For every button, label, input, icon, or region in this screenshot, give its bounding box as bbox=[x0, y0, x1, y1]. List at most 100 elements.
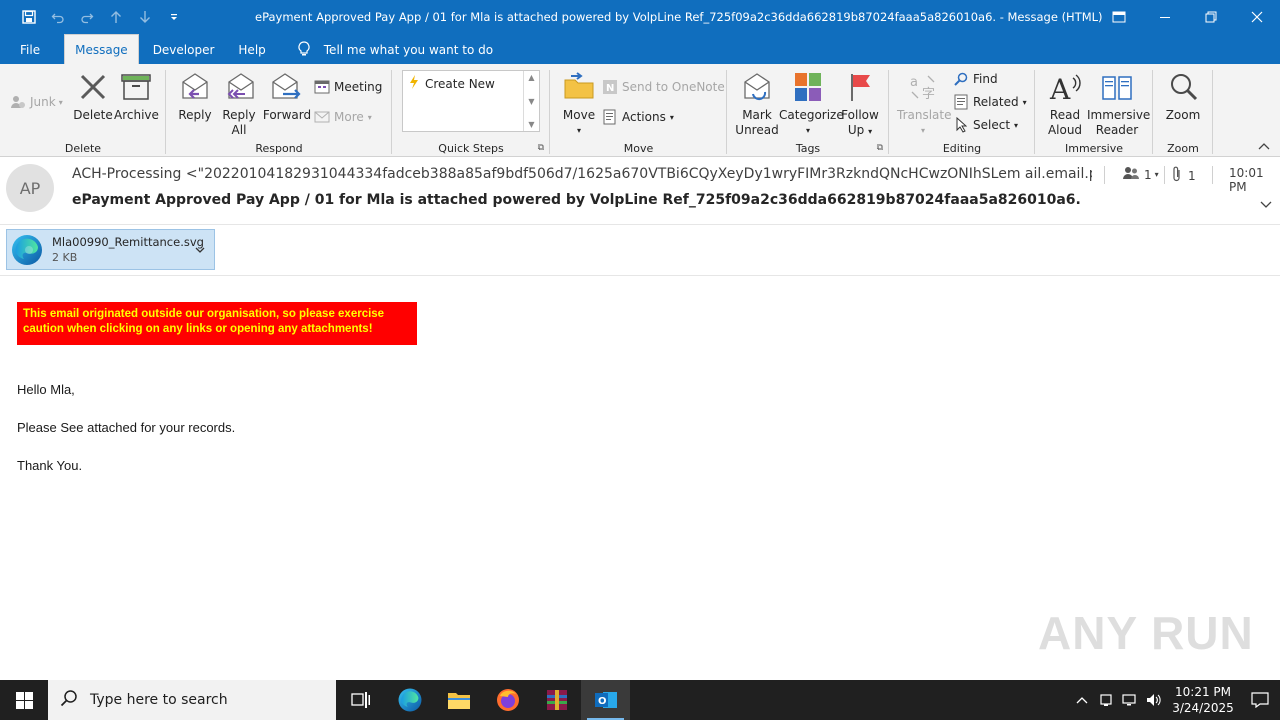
clock-date: 3/24/2025 bbox=[1172, 701, 1234, 715]
select-button[interactable]: Select ▾ bbox=[953, 117, 1018, 133]
dialog-launcher-icon[interactable]: ⧉ bbox=[538, 143, 544, 153]
chevron-down-icon: ▾ bbox=[805, 126, 810, 135]
task-view-icon bbox=[350, 692, 370, 708]
send-to-onenote-button[interactable]: N Send to OneNote bbox=[602, 79, 725, 95]
archive-button[interactable]: Archive bbox=[114, 70, 159, 123]
network-icon[interactable] bbox=[1118, 680, 1142, 720]
tab-message[interactable]: Message bbox=[64, 34, 139, 64]
related-button[interactable]: Related ▾ bbox=[953, 94, 1027, 110]
taskbar-winrar[interactable] bbox=[532, 680, 581, 720]
redo-icon[interactable] bbox=[72, 0, 101, 34]
mark-unread-button[interactable]: Mark Unread bbox=[735, 70, 779, 138]
immersive-reader-button[interactable]: Immersive Reader bbox=[1087, 70, 1150, 138]
find-button[interactable]: Find bbox=[953, 71, 998, 87]
notification-icon bbox=[1251, 692, 1269, 708]
arrow-down-icon[interactable] bbox=[130, 0, 159, 34]
archive-icon bbox=[119, 70, 153, 104]
delete-button[interactable]: Delete bbox=[72, 70, 114, 123]
taskbar-file-explorer[interactable] bbox=[434, 680, 483, 720]
body-text: Please See attached for your records. bbox=[17, 420, 236, 435]
immersive-group-label: Immersive bbox=[1064, 142, 1124, 155]
zoom-button[interactable]: Zoom bbox=[1161, 70, 1205, 123]
restore-icon[interactable] bbox=[1188, 0, 1234, 34]
mark-unread-label-2: Unread bbox=[735, 123, 779, 137]
delete-label: Delete bbox=[73, 108, 113, 122]
svg-text:字: 字 bbox=[922, 87, 935, 102]
actions-label: Actions bbox=[622, 110, 666, 124]
tell-me-search[interactable]: Tell me what you want to do bbox=[290, 36, 503, 64]
more-icon[interactable]: ▼ bbox=[528, 120, 534, 129]
reply-all-button[interactable]: Reply All bbox=[218, 70, 260, 138]
meeting-button[interactable]: Meeting bbox=[314, 79, 382, 95]
task-view-button[interactable] bbox=[336, 680, 385, 720]
categorize-label: Categorize bbox=[779, 108, 844, 122]
translate-button[interactable]: a字 Translate ▾ bbox=[897, 70, 952, 138]
save-icon[interactable] bbox=[14, 0, 43, 34]
cursor-icon bbox=[953, 117, 969, 133]
respond-group: Reply Reply All Forward Meeting More ▾ R… bbox=[166, 64, 392, 157]
attachment-count-button[interactable]: 1 bbox=[1172, 166, 1196, 185]
reply-all-icon bbox=[222, 70, 256, 104]
follow-up-button[interactable]: Follow Up ▾ bbox=[839, 70, 881, 139]
read-aloud-icon: A bbox=[1048, 70, 1082, 104]
reply-label: Reply bbox=[178, 108, 212, 122]
minimize-icon[interactable] bbox=[1142, 0, 1188, 34]
categorize-button[interactable]: Categorize ▾ bbox=[779, 70, 844, 138]
close-icon[interactable] bbox=[1234, 0, 1280, 34]
winrar-icon bbox=[546, 690, 567, 710]
system-tray: 10:21 PM 3/24/2025 bbox=[1070, 680, 1280, 720]
dialog-launcher-icon[interactable]: ⧉ bbox=[877, 143, 883, 153]
windows-logo-icon bbox=[15, 691, 33, 709]
customize-toolbar-icon[interactable] bbox=[159, 0, 188, 34]
ribbon-display-options-icon[interactable] bbox=[1096, 0, 1142, 34]
people-count-button[interactable]: 1 ▾ bbox=[1122, 166, 1159, 183]
taskbar: Type here to search O 10:21 PM 3/24/2025 bbox=[0, 680, 1280, 720]
taskbar-search-box[interactable]: Type here to search bbox=[48, 680, 336, 720]
paperclip-icon bbox=[1172, 166, 1182, 185]
expand-header-icon[interactable] bbox=[1260, 198, 1272, 212]
actions-button[interactable]: Actions ▾ bbox=[602, 109, 674, 125]
attachment-filename: Mla00990_Remittance.svg bbox=[52, 235, 204, 249]
editing-group-label: Editing bbox=[942, 142, 982, 155]
more-button[interactable]: More ▾ bbox=[314, 109, 372, 125]
taskbar-clock[interactable]: 10:21 PM 3/24/2025 bbox=[1166, 684, 1240, 716]
attachment-count: 1 bbox=[1188, 168, 1196, 183]
reply-button[interactable]: Reply bbox=[174, 70, 216, 123]
immersive-reader-icon bbox=[1100, 70, 1134, 104]
junk-button[interactable]: Junk ▾ bbox=[10, 94, 63, 110]
tab-developer[interactable]: Developer bbox=[143, 36, 225, 64]
tab-file[interactable]: File bbox=[0, 36, 60, 64]
collapse-ribbon-icon[interactable] bbox=[1258, 142, 1270, 153]
read-aloud-label-1: Read bbox=[1049, 108, 1081, 122]
volume-icon[interactable] bbox=[1142, 680, 1166, 720]
avatar[interactable]: AP bbox=[6, 164, 54, 212]
search-icon bbox=[953, 71, 969, 87]
undo-icon[interactable] bbox=[43, 0, 72, 34]
taskbar-edge[interactable] bbox=[385, 680, 434, 720]
move-button[interactable]: Move ▾ bbox=[558, 70, 600, 138]
scroll-up-icon[interactable]: ▲ bbox=[528, 73, 534, 82]
sender-address[interactable]: ACH-Processing <"20220104182931044334fad… bbox=[72, 166, 1092, 182]
svg-text:O: O bbox=[598, 696, 607, 707]
archive-label: Archive bbox=[114, 108, 159, 122]
tab-help[interactable]: Help bbox=[228, 36, 275, 64]
read-aloud-button[interactable]: A Read Aloud bbox=[1043, 70, 1087, 138]
attachment-item[interactable]: Mla00990_Remittance.svg 2 KB bbox=[6, 229, 215, 270]
notification-center-button[interactable] bbox=[1240, 680, 1280, 720]
move-group: Move ▾ N Send to OneNote Actions ▾ Move bbox=[550, 64, 727, 157]
taskbar-outlook[interactable]: O bbox=[581, 680, 630, 720]
more-respond-icon bbox=[314, 109, 330, 125]
show-hidden-icons-icon[interactable] bbox=[1070, 680, 1094, 720]
defender-icon[interactable] bbox=[1094, 680, 1118, 720]
create-new-quick-step[interactable]: Create New bbox=[409, 75, 495, 92]
scroll-down-icon[interactable]: ▼ bbox=[528, 97, 534, 106]
quick-steps-scrollbar[interactable]: ▲ ▼ ▼ bbox=[523, 71, 539, 131]
attachment-menu-button[interactable] bbox=[191, 240, 209, 260]
taskbar-firefox[interactable] bbox=[483, 680, 532, 720]
start-button[interactable] bbox=[0, 680, 48, 720]
external-email-warning: This email originated outside our organi… bbox=[17, 302, 417, 345]
forward-button[interactable]: Forward bbox=[262, 70, 312, 123]
window-controls bbox=[1096, 0, 1280, 34]
folder-icon bbox=[447, 693, 470, 709]
arrow-up-icon[interactable] bbox=[101, 0, 130, 34]
